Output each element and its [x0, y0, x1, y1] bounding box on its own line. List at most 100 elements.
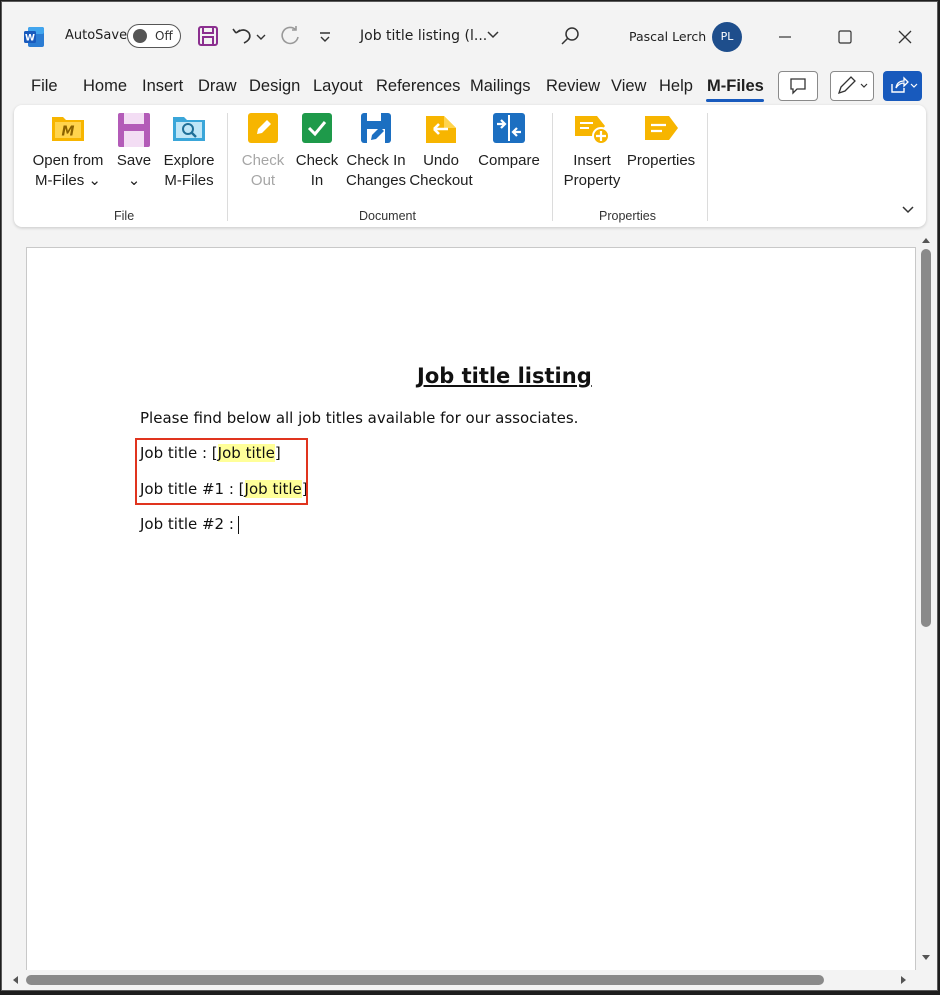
scroll-right-icon[interactable]: [899, 975, 909, 985]
svg-text:W: W: [25, 34, 35, 44]
check-out-label-1: Check: [241, 152, 285, 169]
undo-checkout-label-2: Checkout: [409, 172, 473, 189]
chevron-down-icon[interactable]: [486, 28, 500, 42]
scroll-down-icon[interactable]: [921, 953, 931, 963]
check-in-changes-label-2: Changes: [346, 172, 407, 189]
undo-checkout-label-1: Undo: [423, 152, 459, 169]
check-out-icon: [248, 113, 278, 143]
autosave-toggle[interactable]: Off: [127, 24, 181, 48]
intro-paragraph: Please find below all job titles availab…: [140, 409, 579, 427]
group-separator: [227, 113, 228, 221]
autosave-state: Off: [155, 29, 173, 43]
tab-help[interactable]: Help: [659, 77, 693, 96]
search-icon[interactable]: [560, 26, 580, 46]
compare-label: Compare: [478, 152, 540, 169]
document-page[interactable]: Job title listing Please find below all …: [26, 247, 916, 987]
horizontal-scrollbar[interactable]: [2, 970, 916, 990]
undo-icon[interactable]: [230, 24, 254, 48]
vertical-scroll-thumb[interactable]: [921, 249, 931, 627]
chevron-down-icon[interactable]: [900, 201, 916, 217]
autosave-label: AutoSave: [65, 28, 128, 43]
group-label-document: Document: [359, 209, 416, 223]
tab-draw[interactable]: Draw: [198, 77, 237, 96]
properties-button[interactable]: Properties: [626, 111, 696, 171]
tab-file[interactable]: File: [31, 77, 58, 96]
tab-mailings[interactable]: Mailings: [470, 77, 531, 96]
save-label: Save: [116, 152, 152, 169]
open-from-label-2: M-Files ⌄: [35, 172, 101, 189]
properties-icon: [645, 116, 678, 140]
explore-label-2: M-Files: [164, 172, 214, 189]
document-title[interactable]: Job title listing (l...: [360, 28, 487, 44]
share-icon: [891, 76, 918, 93]
group-label-properties: Properties: [599, 209, 656, 223]
vertical-scrollbar[interactable]: [916, 235, 936, 968]
check-in-icon: [302, 113, 332, 143]
check-out-label-2: Out: [250, 172, 276, 189]
save-icon: [118, 113, 150, 147]
svg-text:M: M: [62, 125, 75, 140]
save-icon[interactable]: [196, 24, 220, 48]
redo-icon[interactable]: [278, 24, 302, 48]
tab-references[interactable]: References: [376, 77, 460, 96]
tab-m-files[interactable]: M-Files: [707, 77, 764, 96]
explore-m-files-button[interactable]: Explore M-Files: [161, 111, 217, 191]
undo-checkout-icon: [426, 116, 456, 143]
compare-icon: [493, 113, 525, 143]
title-bar: W AutoSave Off Job title listing (l... P…: [2, 2, 937, 68]
save-to-m-files-button[interactable]: Save ⌄: [113, 111, 155, 191]
check-in-changes-button[interactable]: Check In Changes: [346, 111, 406, 191]
tab-insert[interactable]: Insert: [142, 77, 183, 96]
pen-icon: [837, 76, 868, 95]
insert-property-button[interactable]: Insert Property: [562, 111, 622, 191]
document-area: Job title listing Please find below all …: [2, 235, 916, 987]
check-out-button[interactable]: Check Out: [240, 111, 286, 191]
customize-toolbar-icon[interactable]: [316, 24, 334, 48]
compare-button[interactable]: Compare: [477, 111, 541, 171]
insert-property-icon: [575, 116, 610, 145]
annotation-highlight-box: [135, 438, 308, 505]
word-window: W AutoSave Off Job title listing (l... P…: [1, 1, 938, 991]
scroll-left-icon[interactable]: [10, 975, 20, 985]
explore-label-1: Explore: [163, 152, 215, 169]
undo-dropdown-icon[interactable]: [254, 24, 268, 48]
scroll-up-icon[interactable]: [921, 235, 931, 245]
open-from-m-files-button[interactable]: M Open from M-Files ⌄: [30, 111, 106, 191]
check-in-changes-icon: [361, 113, 391, 143]
text-cursor: [237, 515, 239, 534]
check-in-label-1: Check: [295, 152, 339, 169]
save-dropdown-label: ⌄: [127, 172, 141, 189]
group-label-file: File: [114, 209, 135, 223]
share-button[interactable]: [883, 71, 922, 101]
open-from-label-1: Open from: [32, 152, 104, 169]
m-files-folder-icon: M: [52, 117, 84, 141]
document-heading: Job title listing: [417, 364, 592, 388]
check-in-label-2: In: [310, 172, 324, 189]
active-tab-indicator: [706, 99, 764, 102]
group-separator: [552, 113, 553, 221]
tab-review[interactable]: Review: [546, 77, 600, 96]
explore-icon: [173, 117, 205, 141]
check-in-changes-label-1: Check In: [346, 152, 406, 169]
tab-design[interactable]: Design: [249, 77, 300, 96]
job-title-2-line[interactable]: Job title #2 :: [140, 515, 239, 534]
comments-button[interactable]: [778, 71, 818, 101]
horizontal-scroll-thumb[interactable]: [26, 975, 824, 985]
close-icon[interactable]: [888, 20, 922, 54]
minimize-icon[interactable]: [768, 20, 802, 54]
tab-home[interactable]: Home: [83, 77, 127, 96]
toggle-knob: [133, 29, 147, 43]
tab-layout[interactable]: Layout: [313, 77, 363, 96]
editing-mode-button[interactable]: [830, 71, 874, 101]
maximize-icon[interactable]: [828, 20, 862, 54]
undo-checkout-button[interactable]: Undo Checkout: [409, 111, 473, 191]
tab-view[interactable]: View: [611, 77, 646, 96]
insert-property-label-1: Insert: [573, 152, 611, 169]
avatar[interactable]: PL: [712, 22, 742, 52]
check-in-button[interactable]: Check In: [294, 111, 340, 191]
word-app-icon[interactable]: W: [22, 25, 46, 49]
comment-icon: [790, 78, 806, 95]
group-separator: [707, 113, 708, 221]
user-name[interactable]: Pascal Lerch: [629, 29, 706, 44]
job-title-2-prefix: Job title #2 :: [140, 515, 234, 533]
